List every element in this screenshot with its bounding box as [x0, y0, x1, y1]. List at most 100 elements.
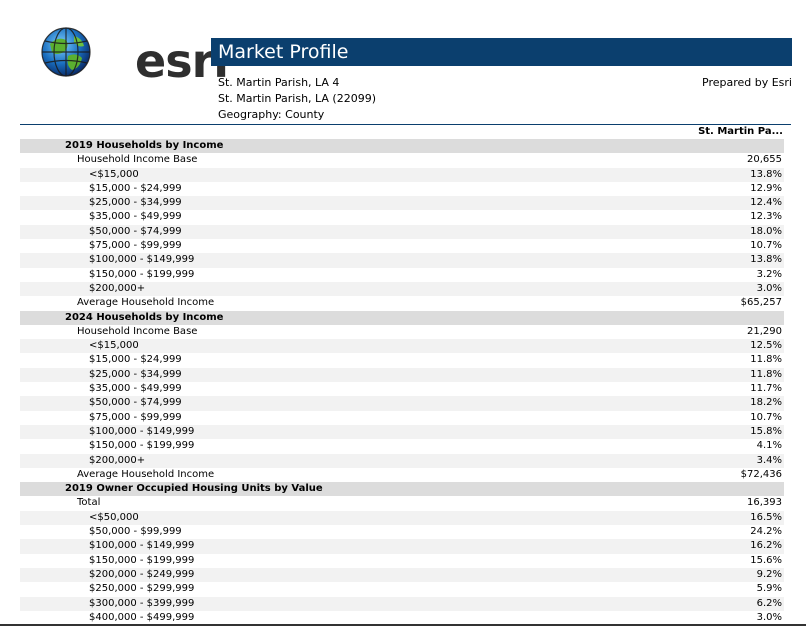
row-label: $200,000+	[89, 282, 146, 294]
table-row: Household Income Base 21,290	[20, 325, 784, 339]
row-label: 2024 Households by Income	[65, 311, 224, 323]
row-value: 21,290	[747, 325, 782, 337]
row-label: $150,000 - $199,999	[89, 440, 195, 452]
table-row: $150,000 - $199,999 3.2%	[20, 268, 784, 282]
table-row: <$15,000 13.8%	[20, 167, 784, 182]
table-row: $200,000 - $249,999 9.2%	[20, 567, 784, 583]
row-label: $150,000 - $199,999	[89, 268, 195, 280]
row-value: $65,257	[740, 297, 782, 309]
row-value: 16.2%	[750, 540, 782, 552]
header-divider	[20, 124, 791, 125]
row-label: 2019 Owner Occupied Housing Units by Val…	[65, 483, 323, 495]
table-row: Total 16,393	[20, 496, 784, 510]
row-label: $100,000 - $149,999	[89, 540, 195, 552]
row-value: 18.0%	[750, 225, 782, 237]
table-row: $50,000 - $74,999 18.2%	[20, 396, 784, 411]
row-value: 12.4%	[750, 197, 782, 209]
row-value: 15.8%	[750, 425, 782, 437]
table-row: $15,000 - $24,999 12.9%	[20, 182, 784, 196]
row-label: $35,000 - $49,999	[89, 211, 182, 223]
row-value: 16,393	[747, 497, 782, 509]
row-label: Household Income Base	[77, 325, 198, 337]
row-label: $35,000 - $49,999	[89, 383, 182, 395]
row-value: 16.5%	[750, 511, 782, 523]
table-row: $200,000+ 3.0%	[20, 281, 784, 297]
row-label: $100,000 - $149,999	[89, 425, 195, 437]
report-meta: St. Martin Parish, LA 4 St. Martin Paris…	[218, 75, 376, 123]
row-label: <$15,000	[89, 168, 139, 180]
location-line-2: St. Martin Parish, LA (22099)	[218, 92, 377, 105]
row-label: $300,000 - $399,999	[89, 597, 195, 609]
row-label: $75,000 - $99,999	[89, 411, 182, 423]
table-row: $15,000 - $24,999 11.8%	[20, 353, 784, 367]
table-row: $100,000 - $149,999 16.2%	[20, 539, 784, 554]
profile-table: 2019 Households by Income Household Incom…	[20, 139, 784, 625]
row-value: 24.2%	[750, 526, 782, 538]
column-header: St. Martin Pa...	[698, 126, 783, 137]
table-row: $35,000 - $49,999 12.3%	[20, 210, 784, 224]
row-label: $50,000 - $74,999	[89, 397, 182, 409]
table-row: $150,000 - $199,999 15.6%	[20, 554, 784, 568]
row-label: <$15,000	[89, 340, 139, 352]
table-row: $50,000 - $99,999 24.2%	[20, 525, 784, 539]
row-label: $75,000 - $99,999	[89, 240, 182, 252]
table-row: <$50,000 16.5%	[20, 510, 784, 526]
section-header-row: 2019 Households by Income	[20, 139, 784, 154]
row-value: 3.2%	[756, 268, 782, 280]
row-label: $25,000 - $34,999	[89, 197, 182, 209]
geography-line: Geography: County	[218, 108, 325, 121]
table-row: $250,000 - $299,999 5.9%	[20, 582, 784, 596]
row-label: $50,000 - $99,999	[89, 526, 182, 538]
table-row: $75,000 - $99,999 10.7%	[20, 239, 784, 253]
row-label: 2019 Households by Income	[65, 140, 224, 151]
table-row: Average Household Income $65,257	[20, 296, 784, 310]
row-label: $25,000 - $34,999	[89, 368, 182, 380]
row-value: 4.1%	[756, 440, 782, 452]
table-row: $400,000 - $499,999 3.0%	[20, 611, 784, 625]
row-value: 10.7%	[750, 411, 782, 423]
row-value: 20,655	[747, 154, 782, 166]
table-row: $35,000 - $49,999 11.7%	[20, 382, 784, 396]
row-value: 10.7%	[750, 240, 782, 252]
row-value: 13.8%	[750, 254, 782, 266]
row-label: $150,000 - $199,999	[89, 554, 195, 566]
row-value: 18.2%	[750, 397, 782, 409]
table-row: $200,000+ 3.4%	[20, 453, 784, 468]
table-row: $50,000 - $74,999 18.0%	[20, 224, 784, 240]
row-label: $15,000 - $24,999	[89, 354, 182, 366]
row-value: 6.2%	[756, 597, 782, 609]
esri-logo: esri	[40, 24, 229, 84]
row-label: $50,000 - $74,999	[89, 225, 182, 237]
row-value: 15.6%	[750, 554, 782, 566]
row-value: 9.2%	[756, 568, 782, 580]
row-value: 11.8%	[750, 368, 782, 380]
row-label: $200,000+	[89, 454, 146, 466]
row-value: 3.0%	[756, 282, 782, 294]
table-row: Household Income Base 20,655	[20, 153, 784, 167]
table-row: $100,000 - $149,999 13.8%	[20, 253, 784, 268]
row-value: 11.7%	[750, 383, 782, 395]
row-value: 12.3%	[750, 211, 782, 223]
table-row: $300,000 - $399,999 6.2%	[20, 596, 784, 611]
prepared-by: Prepared by Esri	[702, 76, 792, 89]
row-value: 3.4%	[756, 454, 782, 466]
table-row: $25,000 - $34,999 11.8%	[20, 367, 784, 383]
report-title: Market Profile	[211, 38, 792, 66]
row-label: $400,000 - $499,999	[89, 611, 195, 623]
table-row: <$15,000 12.5%	[20, 339, 784, 354]
row-label: $200,000 - $249,999	[89, 568, 195, 580]
row-label: Total	[77, 497, 101, 509]
table-row: $150,000 - $199,999 4.1%	[20, 439, 784, 453]
table-row: $100,000 - $149,999 15.8%	[20, 424, 784, 440]
row-label: Average Household Income	[77, 297, 215, 309]
section-header-row: 2024 Households by Income	[20, 310, 784, 325]
table-row: Average Household Income $72,436	[20, 468, 784, 482]
table-row: $25,000 - $34,999 12.4%	[20, 196, 784, 211]
row-value: 13.8%	[750, 168, 782, 180]
globe-icon	[41, 27, 91, 77]
row-label: Household Income Base	[77, 154, 198, 166]
row-value: $72,436	[740, 468, 782, 480]
row-label: $100,000 - $149,999	[89, 254, 195, 266]
row-value: 12.5%	[750, 340, 782, 352]
location-line-1: St. Martin Parish, LA 4	[218, 76, 340, 89]
